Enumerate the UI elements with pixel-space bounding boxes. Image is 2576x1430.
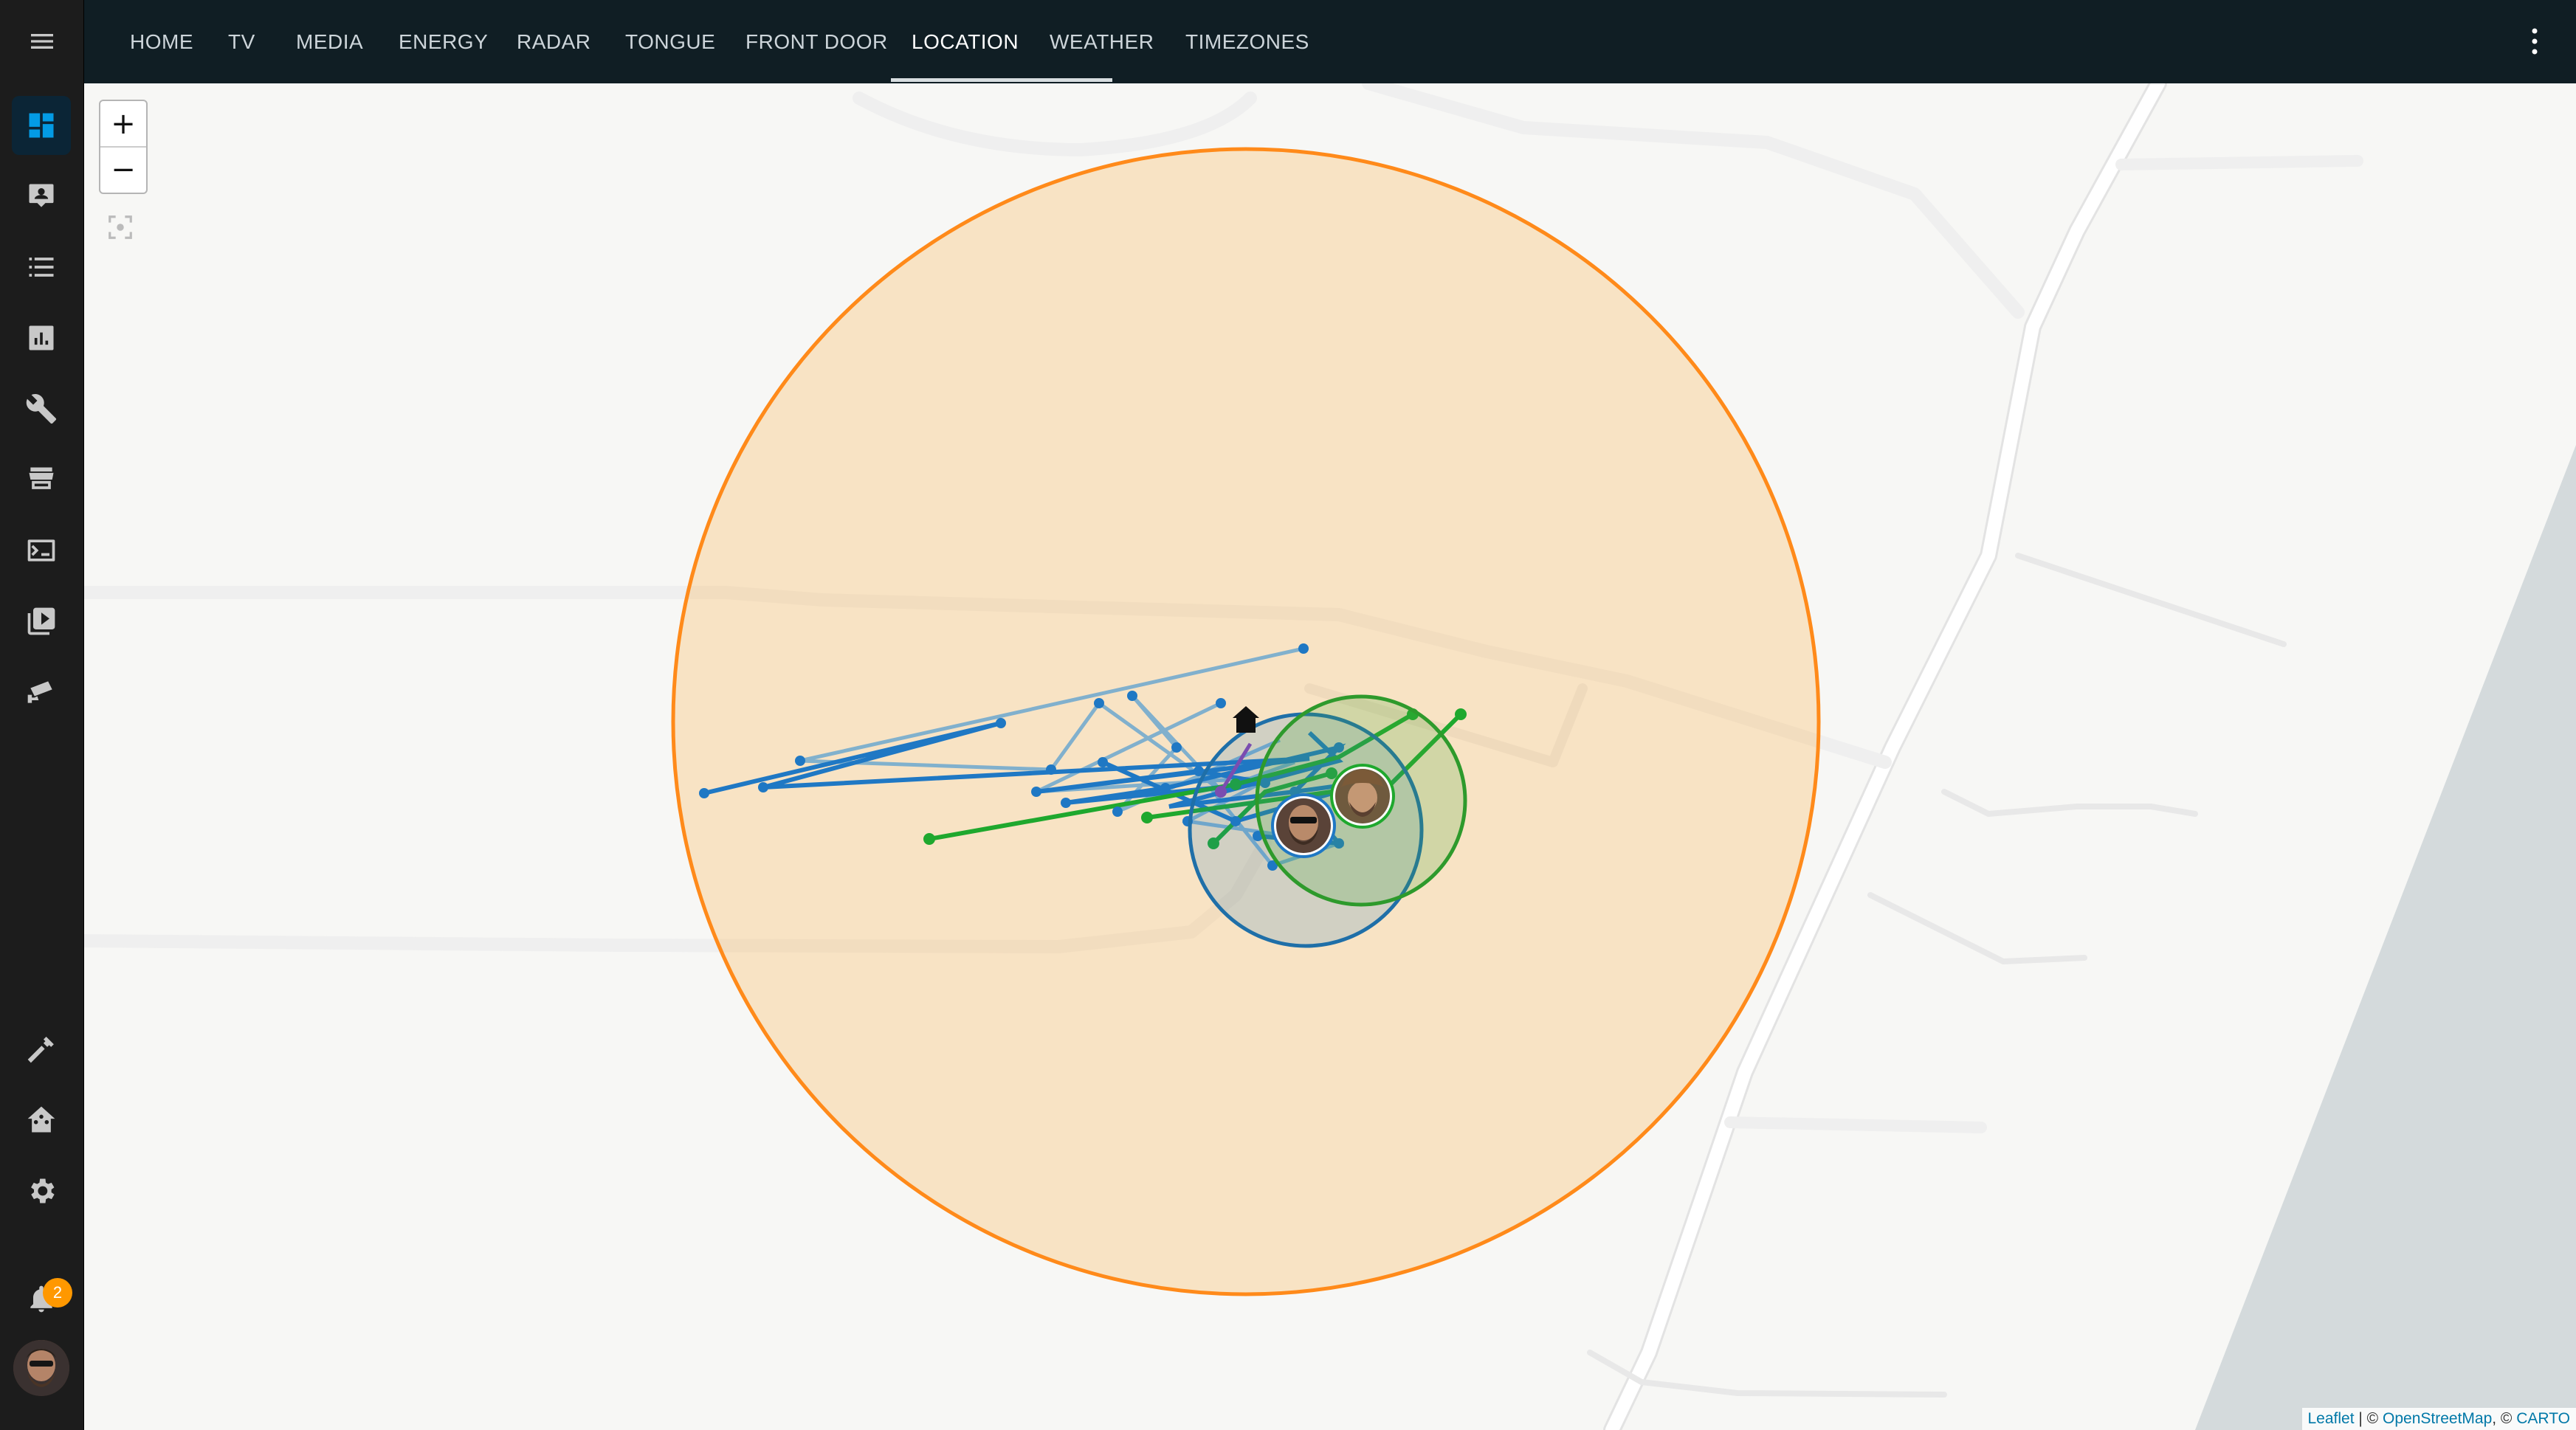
sidebar-item-home-assistant[interactable] [12,1091,71,1150]
track-point [1046,764,1056,775]
sidebar-item-media[interactable] [12,592,71,651]
notification-count-badge: 2 [43,1278,72,1308]
track-point [1098,757,1108,767]
track-point [1094,698,1104,708]
person-avatar-marker-1[interactable] [1271,793,1336,858]
track-point [1160,783,1171,793]
media-play-icon [27,607,55,635]
track-point [1112,806,1123,817]
tab-tongue[interactable]: TONGUE [625,0,715,83]
fit-to-map-button[interactable] [106,213,134,241]
tab-home[interactable]: HOME [130,0,193,83]
tab-media[interactable]: MEDIA [296,0,363,83]
sidebar-item-hacs[interactable] [12,450,71,509]
water-area [2195,445,2576,1430]
user-avatar[interactable] [13,1340,69,1396]
sidebar-item-developer[interactable] [12,379,71,438]
track-point [1031,787,1041,797]
sidebar-item-tools[interactable] [12,1020,71,1079]
track-point [1061,798,1071,808]
track-point [795,756,805,766]
map-attribution: Leaflet | © OpenStreetMap , © CARTO [2301,1408,2576,1430]
gear-icon [31,1178,55,1203]
zoom-out-button[interactable]: − [100,147,146,192]
more-options-button[interactable] [2527,27,2542,56]
focus-center-icon [109,215,132,239]
person-avatar-sunglasses [1290,817,1317,823]
sidebar-item-map[interactable] [12,167,71,226]
tab-tv[interactable]: TV [228,0,255,83]
track-point [923,833,935,845]
tab-timezones[interactable]: TIMEZONES [1185,0,1309,83]
sidebar-item-overview[interactable] [12,96,71,155]
zoom-controls: + − [99,100,148,194]
tab-location[interactable]: LOCATION [912,0,1019,83]
track-point [1127,691,1137,701]
sidebar: 2 [0,0,84,1430]
dots-vertical-icon [2532,28,2538,55]
track-point [1216,698,1226,708]
logbook-list-icon [29,258,54,277]
road [2015,553,2287,647]
track-point [996,718,1006,728]
sidebar-item-logbook[interactable] [12,238,71,297]
tab-energy[interactable]: ENERGY [399,0,488,83]
user-avatar-image [13,1340,69,1396]
sidebar-item-history[interactable] [12,308,71,367]
hacs-store-icon [29,467,54,489]
home-assistant-icon [27,1106,55,1133]
track-point [1298,643,1309,654]
dashboard-icon [29,113,54,138]
road [2115,155,2363,170]
hamburger-menu-icon [31,34,53,49]
person-avatar-marker-2[interactable] [1330,764,1395,829]
sidebar-item-terminal[interactable] [12,521,71,580]
tab-weather[interactable]: WEATHER [1050,0,1154,83]
hammer-icon [27,1036,54,1063]
sidebar-item-cameras[interactable] [12,663,71,722]
tab-front-door[interactable]: FRONT DOOR [745,0,888,83]
leaflet-link[interactable]: Leaflet [2308,1410,2355,1428]
attribution-separator: , © [2492,1410,2517,1427]
openstreetmap-link[interactable]: OpenStreetMap [2383,1410,2492,1428]
menu-toggle-button[interactable] [19,18,65,64]
track-point [1455,708,1467,720]
tab-radar[interactable]: RADAR [517,0,591,83]
cctv-camera-icon [27,681,52,703]
zoom-in-button[interactable]: + [100,101,146,148]
track-point [1171,742,1182,753]
track-point [758,782,768,792]
road [853,91,1257,156]
sidebar-item-settings[interactable] [12,1161,71,1220]
road [1867,892,2087,964]
history-chart-icon [29,325,54,350]
track-point [699,788,709,798]
map-account-icon [29,184,54,207]
wrench-icon [26,394,57,424]
location-map[interactable]: + − Leaflet | © OpenStreetMap , © CARTO [84,83,2576,1430]
road [1724,1116,1987,1133]
carto-link[interactable]: CARTO [2516,1410,2570,1428]
map-layer [84,83,2576,1430]
top-toolbar: HOME TV MEDIA ENERGY RADAR TONGUE FRONT … [31,0,2576,83]
track-point [1141,812,1153,823]
attribution-separator: | © [2354,1410,2383,1427]
terminal-icon [27,539,55,562]
road [1941,789,2198,817]
